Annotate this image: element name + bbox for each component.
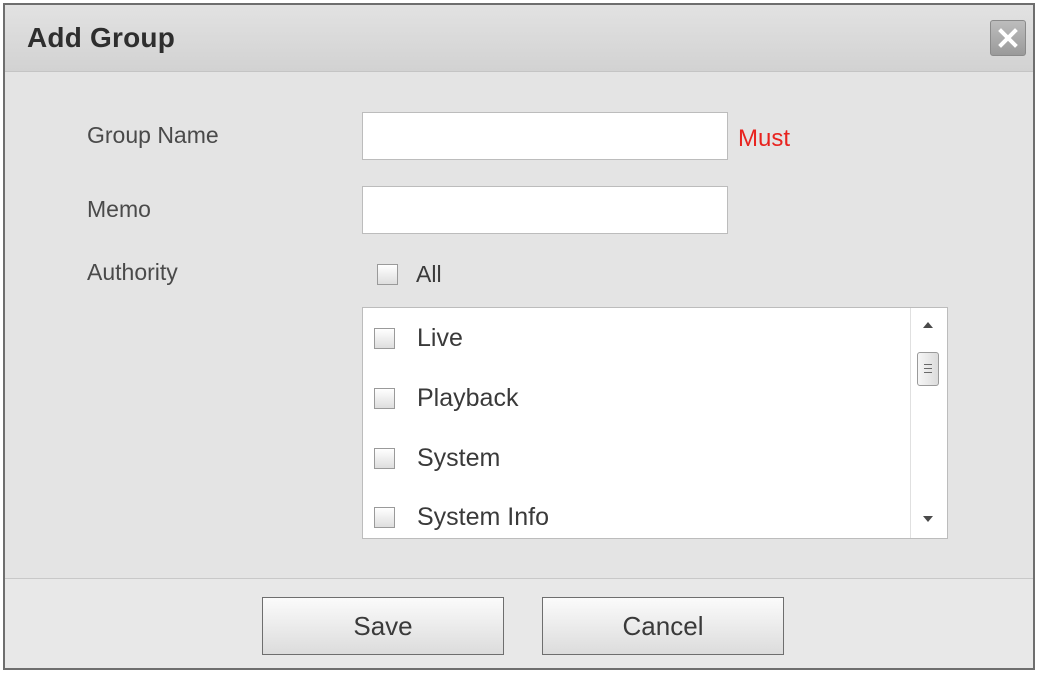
all-checkbox-label: All [416, 261, 442, 287]
save-button[interactable]: Save [262, 597, 504, 655]
memo-label: Memo [87, 196, 151, 222]
list-item-label: Live [417, 323, 463, 352]
scroll-thumb[interactable] [917, 352, 939, 386]
list-item[interactable]: Live [374, 323, 463, 353]
authority-all-option[interactable]: All [377, 261, 442, 288]
authority-label: Authority [87, 259, 178, 285]
list-item-label: System Info [417, 502, 549, 531]
dialog-title: Add Group [27, 22, 175, 53]
cancel-button[interactable]: Cancel [542, 597, 784, 655]
close-x-icon [998, 28, 1018, 48]
required-indicator: Must [738, 125, 791, 152]
scroll-up-arrow-icon[interactable] [923, 322, 933, 328]
list-item[interactable]: System [374, 443, 500, 473]
add-group-dialog: Add Group Group Name Must Memo Authority… [3, 3, 1035, 670]
scroll-down-arrow-icon[interactable] [923, 516, 933, 522]
system-checkbox[interactable] [374, 447, 395, 469]
dialog-footer: Save Cancel [5, 578, 1033, 668]
group-name-label: Group Name [87, 122, 219, 148]
list-item-label: System [417, 443, 501, 472]
system-info-checkbox[interactable] [374, 506, 395, 528]
dialog-body: Group Name Must Memo Authority All Live … [5, 72, 1033, 578]
live-checkbox[interactable] [374, 327, 395, 349]
list-scrollbar[interactable] [910, 308, 947, 538]
dialog-titlebar: Add Group [5, 5, 1033, 72]
all-checkbox[interactable] [377, 264, 398, 285]
playback-checkbox[interactable] [374, 387, 395, 409]
list-item[interactable]: System Info [374, 502, 549, 532]
list-item-label: Playback [417, 383, 519, 412]
close-button[interactable] [990, 20, 1026, 56]
list-item[interactable]: Playback [374, 383, 518, 413]
group-name-input[interactable] [362, 112, 728, 160]
authority-list: Live Playback System System Info [362, 307, 948, 539]
memo-input[interactable] [362, 186, 728, 234]
